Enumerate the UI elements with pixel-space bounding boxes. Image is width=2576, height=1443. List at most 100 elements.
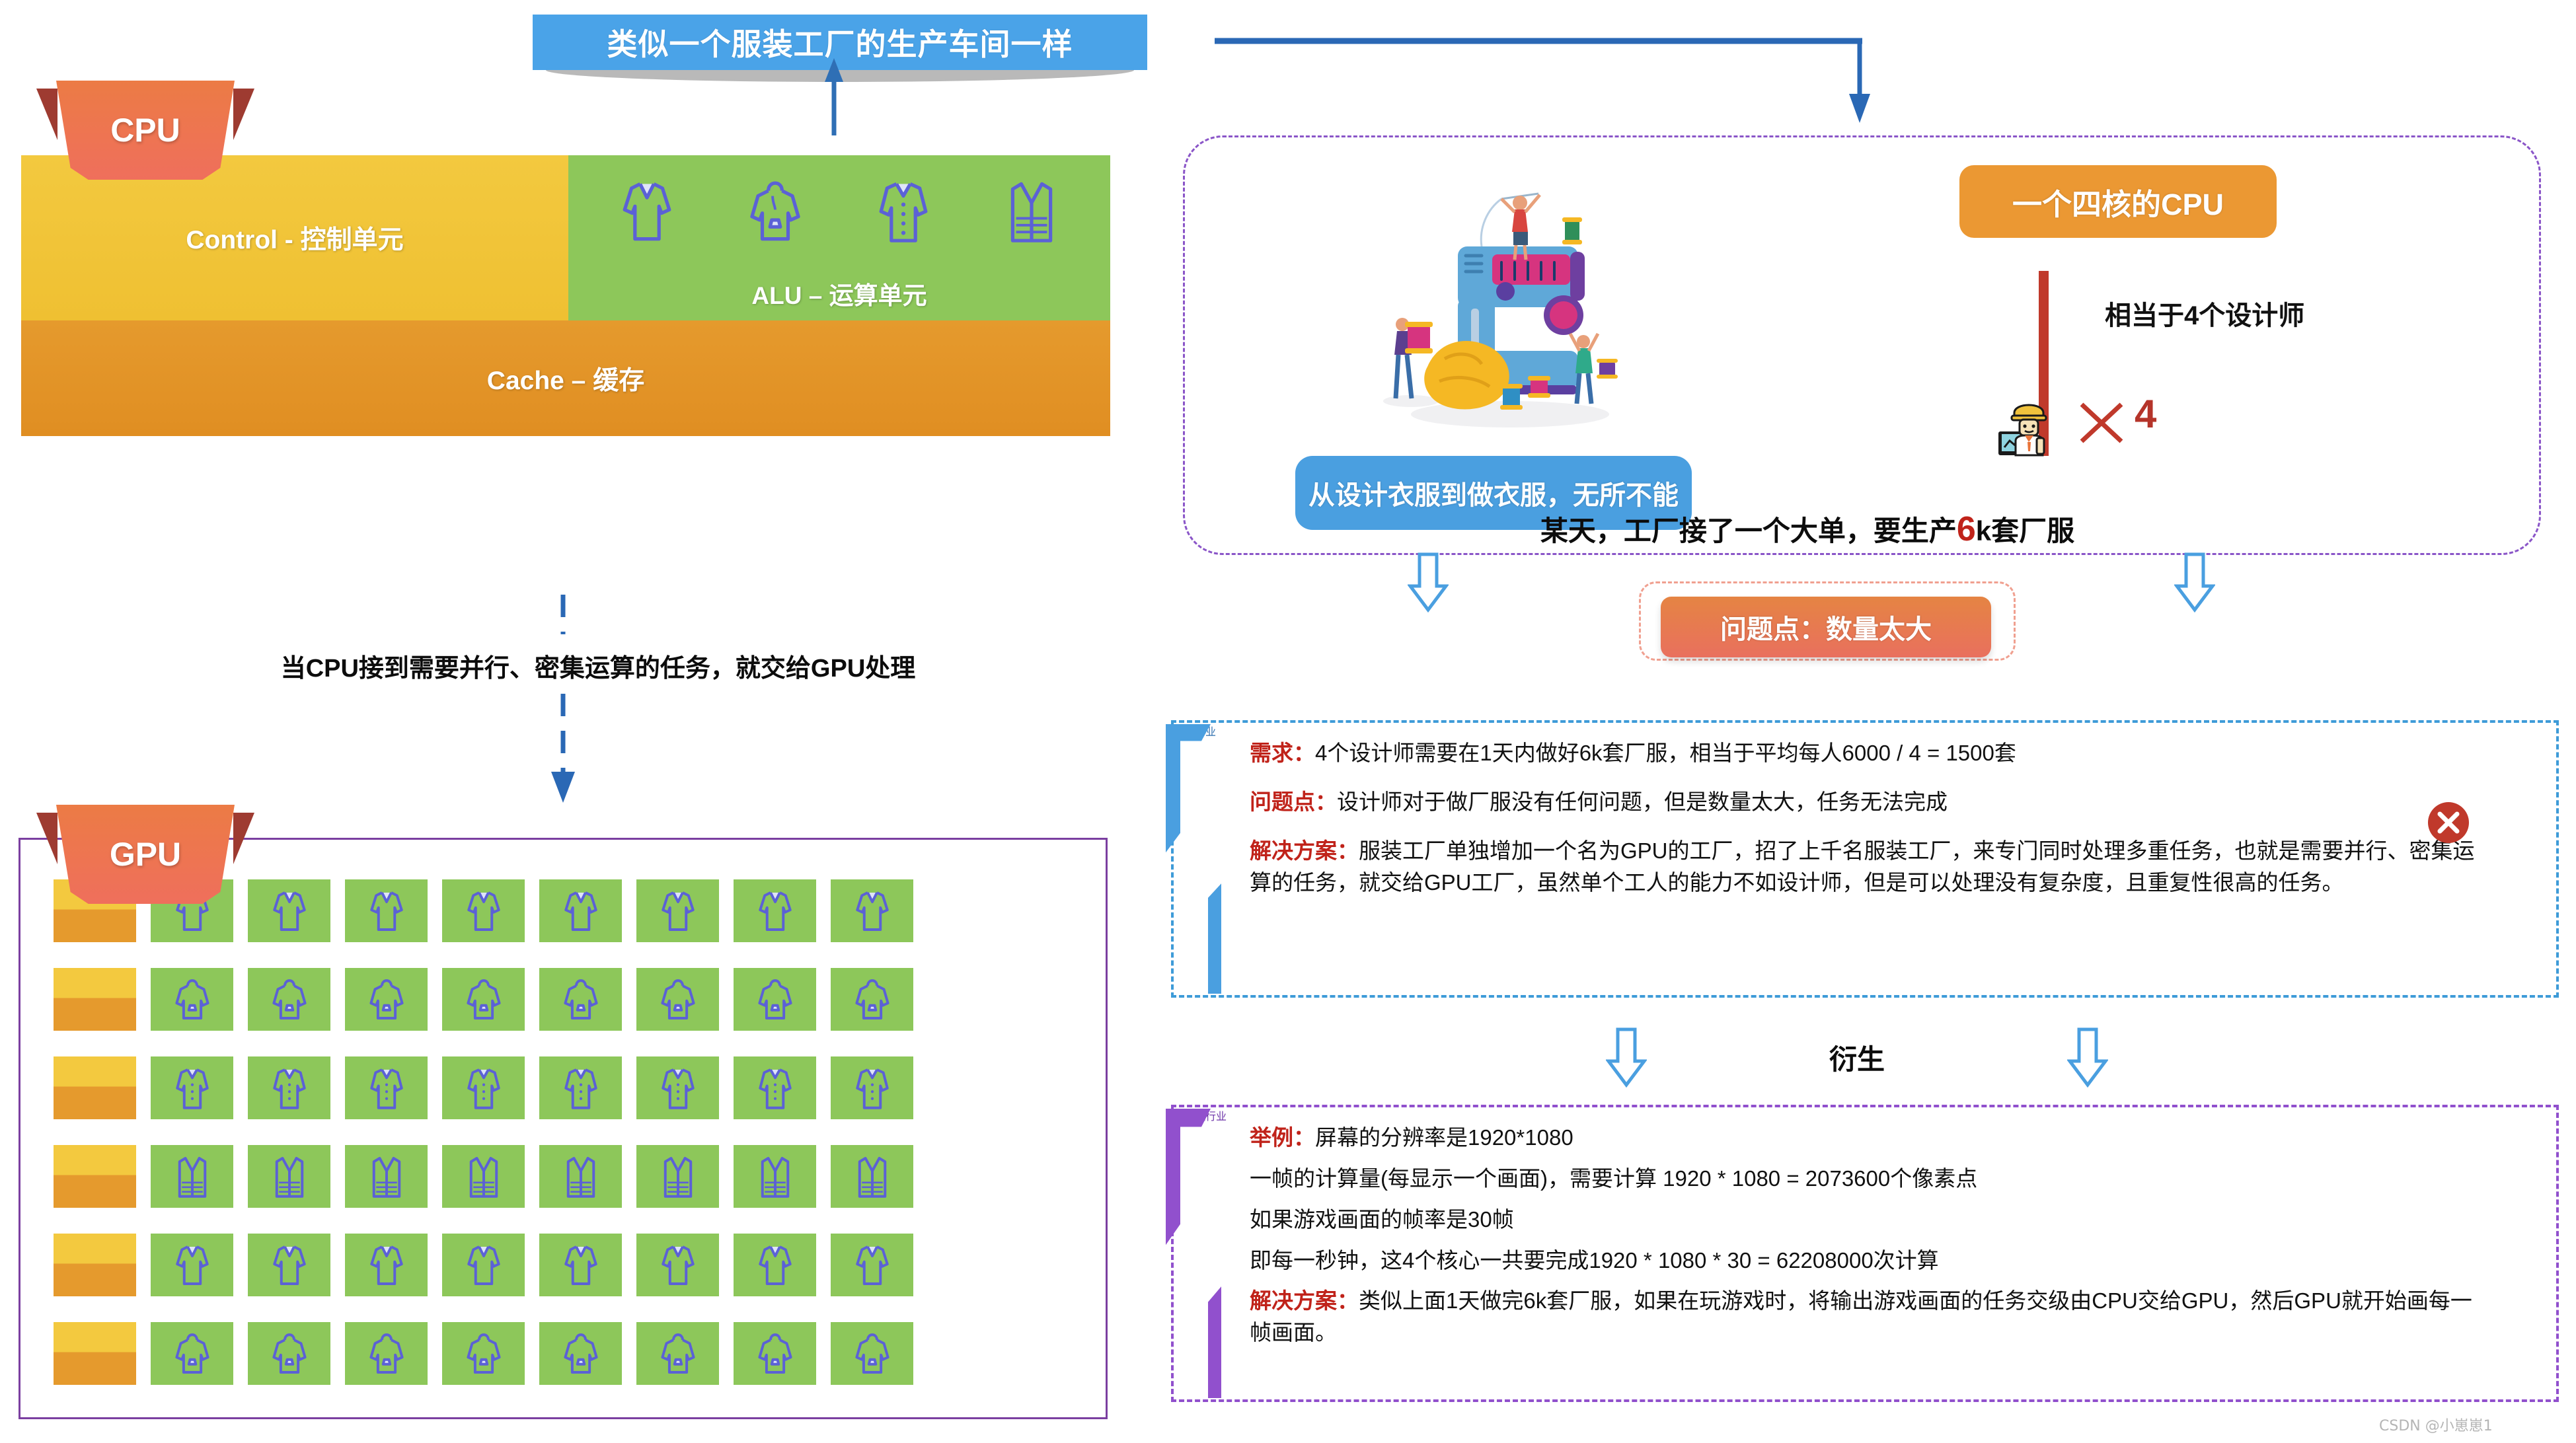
vest-icon [372, 1156, 400, 1198]
gpu-alu-cell [442, 1234, 525, 1296]
clothing-label-2: 解决方案： [1250, 838, 1359, 863]
vest-icon [275, 1156, 303, 1198]
cpu-cache-unit: Cache – 缓存 [21, 320, 1110, 436]
computer-text-4: 类似上面1天做完6k套厂服，如果在玩游戏时，将输出游戏画面的任务交级由CPU交给… [1250, 1288, 2472, 1345]
down-arrow-icon [2174, 552, 2216, 613]
clothing-industry-box: 服装行业 需求：4个设计师需要在1天内做好6k套厂服，相当于平均每人6000 /… [1166, 720, 2559, 998]
computer-line-4: 解决方案：类似上面1天做完6k套厂服，如果在玩游戏时，将输出游戏画面的任务交级由… [1250, 1285, 2485, 1349]
alu-icon-row [568, 162, 1110, 261]
equals-sign-icon [2039, 271, 2085, 456]
engineer-designer-icon [1998, 404, 2047, 457]
gpu-row [54, 1322, 913, 1385]
clothing-line-2: 解决方案：服装工厂单独增加一个名为GPU的工厂，招了上千名服装工厂，来专门同时处… [1250, 835, 2485, 899]
sweater-icon [175, 1245, 209, 1285]
gpu-alu-cell [248, 1234, 330, 1296]
gpu-alu-cell [539, 1056, 622, 1119]
gpu-alu-cell [734, 1322, 816, 1385]
vest-icon [663, 1156, 692, 1198]
gpu-ribbon-label: GPU [36, 805, 254, 920]
ribbon-tail-left [36, 89, 57, 140]
gpu-alu-cell [151, 1322, 233, 1385]
problem-badge-text: 问题点：数量太大 [1720, 615, 1932, 644]
down-arrow-icon [1605, 1027, 1648, 1088]
hoodie-icon [466, 979, 501, 1019]
gpu-alu-cell [831, 879, 913, 942]
hoodie-icon [563, 1333, 598, 1374]
gpu-alu-cell [636, 1234, 719, 1296]
hoodie-icon [369, 1333, 404, 1374]
gpu-control-cell [54, 1145, 136, 1208]
clothing-text-0: 4个设计师需要在1天内做好6k套厂服，相当于平均每人6000 / 4 = 150… [1315, 741, 2016, 765]
sweater-icon [758, 891, 792, 931]
cpu-to-gpu-note: 当CPU接到需要并行、密集运算的任务，就交给GPU处理 [280, 655, 916, 683]
computer-text-2: 如果游戏画面的帧率是30帧 [1250, 1206, 1514, 1232]
ribbon-tail-right [233, 813, 254, 864]
ribbon-tail-right [233, 89, 254, 140]
hoodie-icon [757, 979, 792, 1019]
gpu-alu-cell [539, 1145, 622, 1208]
computer-content: 举例：屏幕的分辨率是1920*1080 一帧的计算量(每显示一个画面)，需要计算… [1250, 1122, 2538, 1356]
computer-text-1: 一帧的计算量(每显示一个画面)，需要计算 1920 * 1080 = 20736… [1250, 1166, 1978, 1191]
hoodie-icon [563, 979, 598, 1019]
vest-icon [469, 1156, 498, 1198]
computer-label-4: 解决方案： [1250, 1288, 1359, 1314]
gpu-alu-cell [831, 1145, 913, 1208]
clothing-text-1: 设计师对于做厂服没有任何问题，但是数量太大，任务无法完成 [1337, 789, 1948, 814]
gpu-alu-cell [734, 1145, 816, 1208]
gpu-alu-cell [734, 1056, 816, 1119]
cpu-ribbon-label: CPU [36, 81, 254, 196]
sweater-icon [758, 1245, 792, 1285]
cpu-control-label: Control - 控制单元 [186, 226, 404, 254]
clothing-text-2: 服装工厂单独增加一个名为GPU的工厂，招了上千名服装工厂，来专门同时处理多重任务… [1250, 838, 2475, 895]
gpu-alu-cell [539, 1234, 622, 1296]
cpu-ribbon-text: CPU [110, 112, 180, 149]
gpu-alu-cell [636, 1056, 719, 1119]
gpu-row [54, 1234, 913, 1296]
down-arrow-icon [2066, 1027, 2109, 1088]
big-order-text: 某天，工厂接了一个大单，要生产6k套厂服 [1427, 509, 2187, 549]
coat-icon [564, 1068, 597, 1109]
gpu-alu-cell [345, 1056, 428, 1119]
gpu-alu-cell [636, 879, 719, 942]
sweater-icon [272, 891, 306, 931]
ribbon-body: GPU [56, 805, 235, 904]
gpu-alu-cell [345, 968, 428, 1031]
gpu-alu-cell [248, 1145, 330, 1208]
gpu-control-cell [54, 968, 136, 1031]
gpu-alu-cell [345, 1322, 428, 1385]
vest-icon [178, 1156, 206, 1198]
computer-label-0: 举例： [1250, 1125, 1315, 1150]
gpu-control-cell [54, 1322, 136, 1385]
computer-text-0: 屏幕的分辨率是1920*1080 [1315, 1125, 1573, 1150]
vest-icon [858, 1156, 886, 1198]
vest-icon [1010, 182, 1053, 242]
hoodie-icon [174, 1333, 209, 1374]
coat-icon [175, 1068, 209, 1109]
gpu-alu-cell [442, 1322, 525, 1385]
hoodie-icon [466, 1333, 501, 1374]
clothing-vertical-label: 服装行业 [1174, 723, 2556, 739]
gpu-alu-cell [442, 1056, 525, 1119]
computer-bracket-icon [1166, 1108, 1221, 1399]
coat-icon [369, 1068, 403, 1109]
gpu-row [54, 968, 913, 1031]
gpu-control-cell [54, 1056, 136, 1119]
sweater-icon [855, 891, 889, 931]
sweater-icon [661, 891, 695, 931]
top-banner-text: 类似一个服装工厂的生产车间一样 [607, 27, 1073, 61]
gpu-alu-cell [151, 1234, 233, 1296]
coat-icon [272, 1068, 306, 1109]
gpu-alu-cell [151, 968, 233, 1031]
sweater-icon [564, 1245, 597, 1285]
ribbon-tail-left [36, 813, 57, 864]
sewing-machine-illustration [1383, 192, 1618, 427]
clothing-line-0: 需求：4个设计师需要在1天内做好6k套厂服，相当于平均每人6000 / 4 = … [1250, 737, 2538, 769]
computer-industry-box: 计算机行业 举例：屏幕的分辨率是1920*1080 一帧的计算量(每显示一个画面… [1166, 1105, 2559, 1402]
gpu-alu-cell [636, 1145, 719, 1208]
sweater-icon [467, 1245, 500, 1285]
gpu-alu-cell [442, 968, 525, 1031]
problem-badge: 问题点：数量太大 [1661, 597, 1991, 657]
computer-line-1: 一帧的计算量(每显示一个画面)，需要计算 1920 * 1080 = 20736… [1250, 1163, 2538, 1195]
computer-line-0: 举例：屏幕的分辨率是1920*1080 [1250, 1122, 2538, 1154]
clothing-label-1: 问题点： [1250, 789, 1337, 814]
